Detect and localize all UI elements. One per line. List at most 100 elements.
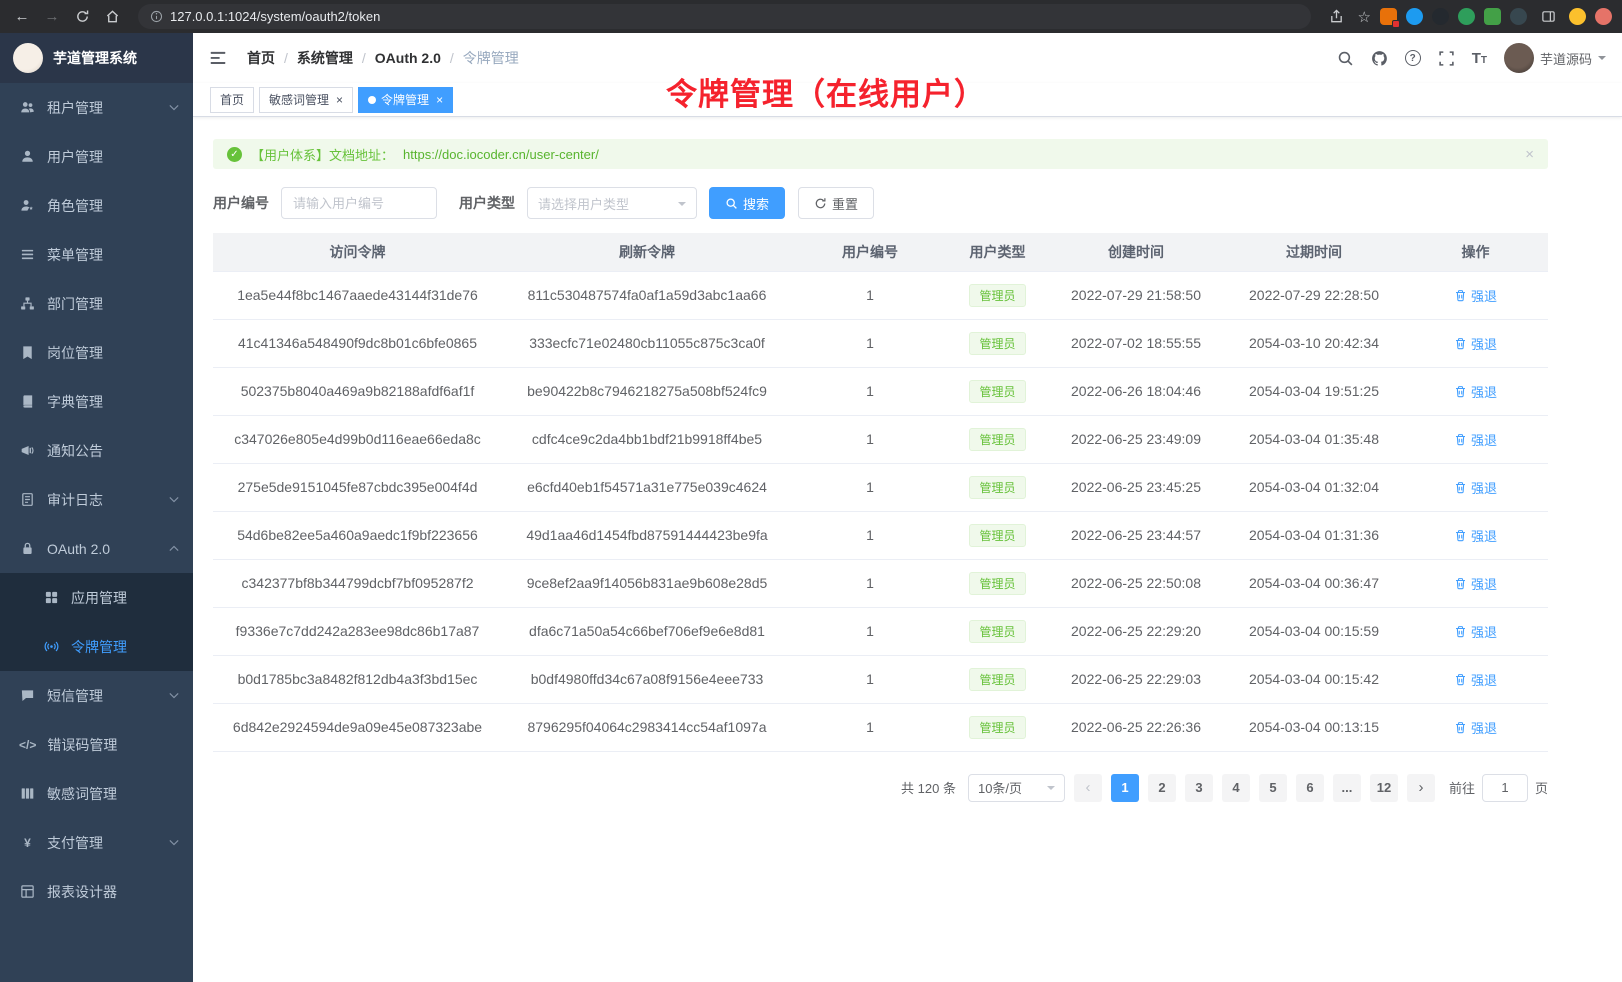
force-logout-button[interactable]: 强退 (1454, 286, 1497, 305)
reset-button[interactable]: 重置 (798, 187, 874, 219)
page-size-select[interactable]: 10条/页 (968, 774, 1065, 802)
force-logout-button[interactable]: 强退 (1454, 382, 1497, 401)
collapse-sidebar-icon[interactable] (209, 47, 231, 69)
page-button-2[interactable]: 2 (1148, 774, 1176, 802)
force-logout-button[interactable]: 强退 (1454, 430, 1497, 449)
sidebar-item-pay[interactable]: ¥支付管理 (0, 818, 193, 867)
sidebar-item-report[interactable]: 报表设计器 (0, 867, 193, 916)
user-type-badge: 管理员 (969, 716, 1025, 739)
prev-page-button[interactable]: ‹ (1074, 774, 1102, 802)
page-button-5[interactable]: 5 (1259, 774, 1287, 802)
breadcrumb-item-2[interactable]: OAuth 2.0 (375, 50, 441, 66)
page-button-6[interactable]: 6 (1296, 774, 1324, 802)
column-header-2: 用户编号 (792, 233, 948, 271)
force-logout-button[interactable]: 强退 (1454, 718, 1497, 737)
extension-icon-1[interactable] (1380, 8, 1397, 25)
oauth-icon (19, 540, 36, 557)
sidebar-item-tenant[interactable]: 租户管理 (0, 83, 193, 132)
sidebar-item-oauth[interactable]: OAuth 2.0 (0, 524, 193, 573)
sidebar-item-label: 支付管理 (47, 833, 158, 853)
force-logout-button[interactable]: 强退 (1454, 574, 1497, 593)
user-type-select[interactable]: 请选择用户类型 (527, 187, 697, 219)
fullscreen-icon[interactable] (1438, 50, 1455, 67)
page-button-4[interactable]: 4 (1222, 774, 1250, 802)
forward-icon[interactable]: → (40, 5, 64, 29)
smiley-extension-icon[interactable] (1569, 8, 1586, 25)
force-logout-button[interactable]: 强退 (1454, 334, 1497, 353)
sidebar-item-post[interactable]: 岗位管理 (0, 328, 193, 377)
next-page-button[interactable]: › (1407, 774, 1435, 802)
sidebar-item-dept[interactable]: 部门管理 (0, 279, 193, 328)
sidebar-item-user[interactable]: 用户管理 (0, 132, 193, 181)
goto-page-input[interactable] (1482, 774, 1528, 802)
user-id-label: 用户编号 (213, 193, 269, 213)
page-content: ✓ 【用户体系】文档地址： https://doc.iocoder.cn/use… (193, 117, 1622, 982)
extension-icon-5[interactable] (1510, 8, 1527, 25)
github-icon[interactable] (1371, 50, 1388, 67)
page-button-12[interactable]: 12 (1370, 774, 1398, 802)
extension-icon-3[interactable] (1432, 8, 1449, 25)
puzzle-extension-icon[interactable] (1484, 8, 1501, 25)
page-button-1[interactable]: 1 (1111, 774, 1139, 802)
extension-icon-2[interactable] (1406, 8, 1423, 25)
doc-link[interactable]: https://doc.iocoder.cn/user-center/ (403, 147, 599, 162)
tab-close-icon[interactable]: × (336, 94, 343, 106)
token-table: 访问令牌刷新令牌用户编号用户类型创建时间过期时间操作 1ea5e44f8bc14… (213, 233, 1548, 752)
user-type-badge: 管理员 (969, 428, 1025, 451)
sidebar-item-notice[interactable]: 通知公告 (0, 426, 193, 475)
log-icon (19, 491, 36, 508)
url-bar[interactable]: 127.0.0.1:1024/system/oauth2/token (138, 4, 1311, 29)
breadcrumb: 首页/系统管理/OAuth 2.0/令牌管理 (247, 48, 519, 68)
expires-cell: 2054-03-04 01:35:48 (1225, 415, 1403, 463)
reload-icon[interactable] (70, 5, 94, 29)
force-logout-button[interactable]: 强退 (1454, 622, 1497, 641)
force-logout-button[interactable]: 强退 (1454, 670, 1497, 689)
tab-close-icon[interactable]: × (436, 94, 443, 106)
refresh-cell: e6cfd40eb1f54571a31e775e039c4624 (502, 463, 792, 511)
force-logout-label: 强退 (1471, 478, 1497, 497)
tab-1[interactable]: 敏感词管理× (259, 87, 353, 113)
search-button[interactable]: 搜索 (709, 187, 785, 219)
site-info-icon[interactable] (150, 10, 163, 23)
user_id-cell: 1 (792, 703, 948, 751)
breadcrumb-item-0[interactable]: 首页 (247, 48, 275, 68)
sidebar-item-log[interactable]: 审计日志 (0, 475, 193, 524)
sidebar-item-sensitive[interactable]: 敏感词管理 (0, 769, 193, 818)
chevron-down-icon (169, 104, 179, 111)
red-annotation-text: 令牌管理（在线用户） (666, 69, 986, 114)
home-icon[interactable] (100, 5, 124, 29)
app-logo[interactable]: 芋道管理系统 (0, 33, 193, 83)
font-size-icon[interactable]: TT (1472, 50, 1487, 67)
bookmark-star-icon[interactable]: ☆ (1358, 8, 1371, 26)
sidebar-item-menu[interactable]: 菜单管理 (0, 230, 193, 279)
sidebar-item-app[interactable]: 应用管理 (0, 573, 193, 622)
chevron-down-icon (1047, 786, 1055, 794)
tab-2[interactable]: 令牌管理× (358, 87, 453, 113)
force-logout-button[interactable]: 强退 (1454, 478, 1497, 497)
sidebar-item-role[interactable]: 角色管理 (0, 181, 193, 230)
back-icon[interactable]: ← (10, 5, 34, 29)
extension-icon-4[interactable] (1458, 8, 1475, 25)
post-icon (19, 344, 36, 361)
sidebar-item-dict[interactable]: 字典管理 (0, 377, 193, 426)
search-icon[interactable] (1337, 50, 1354, 67)
force-logout-button[interactable]: 强退 (1454, 526, 1497, 545)
user-id-input[interactable] (281, 187, 437, 219)
browser-profile-avatar[interactable] (1595, 8, 1612, 25)
breadcrumb-item-1[interactable]: 系统管理 (297, 48, 353, 68)
sidebar-item-label: 岗位管理 (47, 343, 179, 363)
help-icon[interactable]: ? (1405, 50, 1421, 66)
share-icon[interactable] (1325, 5, 1349, 29)
sidebar-item-sms[interactable]: 短信管理 (0, 671, 193, 720)
page-button-3[interactable]: 3 (1185, 774, 1213, 802)
sidebar-item-token[interactable]: 令牌管理 (0, 622, 193, 671)
side-panel-icon[interactable] (1536, 5, 1560, 29)
user-type-badge: 管理员 (969, 476, 1025, 499)
user-menu[interactable]: 芋道源码 (1504, 43, 1606, 73)
sidebar-item-errcode[interactable]: </>错误码管理 (0, 720, 193, 769)
table-row: 1ea5e44f8bc1467aaede43144f31de76811c5304… (213, 271, 1548, 319)
user_id-cell: 1 (792, 607, 948, 655)
banner-close-icon[interactable]: × (1525, 146, 1534, 163)
tab-0[interactable]: 首页 (210, 87, 254, 113)
created-cell: 2022-07-02 18:55:55 (1047, 319, 1225, 367)
